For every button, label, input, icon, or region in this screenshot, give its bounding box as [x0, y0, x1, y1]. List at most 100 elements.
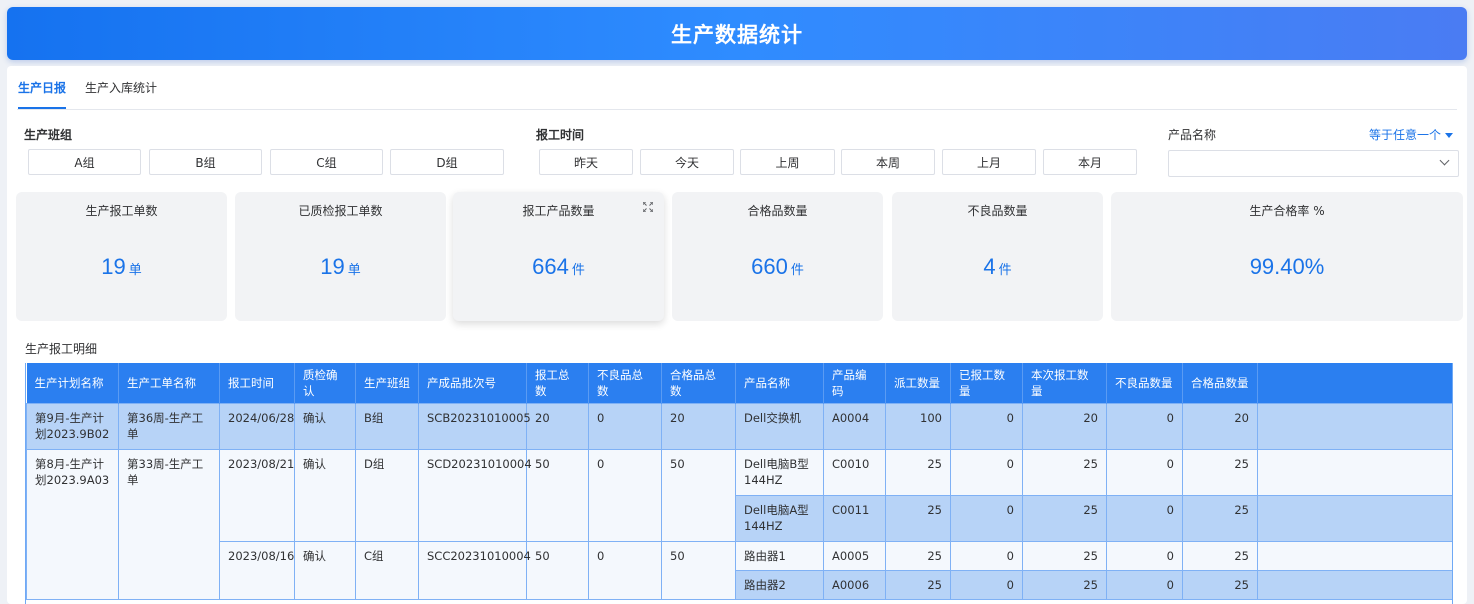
table-row[interactable]: 第8月-生产计划2023.9A03 第33周-生产工单 2023/08/21 确… — [26, 449, 1452, 600]
chevron-down-icon — [1439, 155, 1450, 166]
kpi-value: 4 — [983, 254, 996, 279]
cell-dispatch: 25 — [885, 449, 951, 496]
cell-good: 25 — [1182, 570, 1258, 600]
kpi-card-reported-quantity[interactable]: 报工产品数量 664 件 — [453, 192, 664, 321]
kpi-unit: 件 — [571, 263, 585, 278]
this-week-button[interactable]: 本周 — [841, 149, 935, 175]
product-filter-label: 产品名称 — [1168, 128, 1217, 142]
cell-product: Dell电脑A型144HZ — [735, 495, 824, 542]
cell-good-total: 50 — [661, 449, 736, 542]
cell-product: Dell电脑B型144HZ — [735, 449, 824, 496]
column-header[interactable]: 报工时间 — [219, 363, 295, 404]
kpi-unit: 单 — [128, 263, 142, 278]
today-button[interactable]: 今天 — [640, 149, 734, 175]
kpi-card-report-orders: 生产报工单数 19 单 — [16, 192, 227, 321]
team-a-button[interactable]: A组 — [28, 149, 141, 175]
kpi-value: 19 — [101, 254, 126, 279]
column-header[interactable]: 产品编码 — [823, 363, 886, 404]
yesterday-button[interactable]: 昨天 — [539, 149, 633, 175]
cell-time: 2023/08/16 — [219, 541, 295, 600]
kpi-title: 已质检报工单数 — [298, 204, 383, 218]
kpi-value: 660 — [751, 254, 788, 279]
column-header[interactable]: 报工总数 — [526, 363, 589, 404]
match-mode-dropdown[interactable]: 等于任意一个 — [1369, 126, 1454, 143]
cell-filler — [1257, 403, 1452, 450]
cell-team: D组 — [355, 449, 419, 542]
cell-good: 25 — [1182, 449, 1258, 496]
cell-bad-total: 0 — [588, 403, 662, 450]
cell-product: 路由器2 — [735, 570, 824, 600]
cell-batch: SCB20231010005 — [418, 403, 531, 450]
column-header[interactable]: 生产班组 — [355, 363, 419, 404]
cell-order: 第33周-生产工单 — [118, 449, 220, 600]
cell-qc: 确认 — [294, 541, 356, 600]
kpi-value-wrap: 99.40% — [1111, 254, 1463, 280]
last-month-button[interactable]: 上月 — [942, 149, 1036, 175]
column-header[interactable]: 派工数量 — [885, 363, 951, 404]
kpi-card-inspected-orders: 已质检报工单数 19 单 — [235, 192, 446, 321]
team-d-button[interactable]: D组 — [390, 149, 504, 175]
column-header[interactable]: 质检确认 — [294, 363, 356, 404]
cell-good-total: 20 — [661, 403, 736, 450]
cell-bad: 0 — [1106, 541, 1183, 571]
column-header[interactable]: 已报工数量 — [950, 363, 1023, 404]
cell-bad-total: 0 — [588, 541, 662, 600]
cell-batch: SCD20231010004 — [418, 449, 532, 542]
kpi-card-qualified-quantity: 合格品数量 660 件 — [672, 192, 883, 321]
column-header[interactable]: 不良品数量 — [1106, 363, 1183, 404]
cell-total: 20 — [526, 403, 589, 450]
cell-team: B组 — [355, 403, 419, 450]
cell-product: 路由器1 — [735, 541, 824, 571]
cell-code: C0010 — [823, 449, 886, 496]
cell-current: 25 — [1022, 449, 1107, 496]
cell-product: Dell交换机 — [735, 403, 824, 450]
cell-good: 25 — [1182, 495, 1258, 542]
cell-current: 20 — [1022, 403, 1107, 450]
column-header[interactable]: 生产计划名称 — [26, 363, 119, 404]
kpi-value: 19 — [320, 254, 345, 279]
cell-good-total: 50 — [661, 541, 736, 600]
table-row[interactable]: 第9月-生产计划2023.9B02 第36周-生产工单 2024/06/28 确… — [26, 403, 1452, 450]
product-select[interactable] — [1168, 150, 1459, 177]
this-month-button[interactable]: 本月 — [1043, 149, 1137, 175]
column-header[interactable]: 合格品总数 — [661, 363, 736, 404]
kpi-title: 生产报工单数 — [85, 204, 158, 218]
column-header[interactable]: 生产工单名称 — [118, 363, 220, 404]
team-c-button[interactable]: C组 — [270, 149, 383, 175]
team-filter-label: 生产班组 — [24, 128, 73, 142]
cell-dispatch: 100 — [885, 403, 951, 450]
column-header[interactable]: 产品名称 — [735, 363, 824, 404]
cell-bad: 0 — [1106, 403, 1183, 450]
cell-qc: 确认 — [294, 449, 356, 542]
detail-table[interactable]: 生产计划名称 生产工单名称 报工时间 质检确认 生产班组 产成品批次号 报工总数… — [25, 363, 1453, 604]
last-week-button[interactable]: 上周 — [740, 149, 835, 175]
kpi-value: 664 — [532, 254, 569, 279]
kpi-value-wrap: 19 单 — [16, 254, 227, 280]
cell-dispatch: 25 — [885, 495, 951, 542]
expand-icon[interactable] — [643, 202, 653, 212]
cell-team: C组 — [355, 541, 419, 600]
page-title: 生产数据统计 — [671, 22, 803, 47]
table-header-row: 生产计划名称 生产工单名称 报工时间 质检确认 生产班组 产成品批次号 报工总数… — [26, 363, 1452, 404]
cell-reported: 0 — [950, 403, 1023, 450]
tab-warehouse-stats[interactable]: 生产入库统计 — [85, 80, 157, 109]
cell-dispatch: 25 — [885, 570, 951, 600]
cell-plan: 第8月-生产计划2023.9A03 — [26, 449, 119, 600]
cell-bad-total: 0 — [588, 449, 662, 542]
column-header[interactable]: 合格品数量 — [1182, 363, 1258, 404]
column-header[interactable]: 产成品批次号 — [418, 363, 527, 404]
kpi-value: 99.40% — [1249, 254, 1325, 279]
cell-filler — [1257, 541, 1452, 571]
column-header[interactable]: 不良品总数 — [588, 363, 662, 404]
cell-order: 第36周-生产工单 — [118, 403, 220, 450]
team-b-button[interactable]: B组 — [149, 149, 262, 175]
cell-code: A0004 — [823, 403, 886, 450]
time-filter-label: 报工时间 — [536, 128, 585, 142]
column-header-filler — [1257, 363, 1452, 404]
tab-daily-report[interactable]: 生产日报 — [18, 80, 67, 109]
kpi-value-wrap: 19 单 — [235, 254, 446, 280]
table-row[interactable]: 2023/08/16 确认 C组 SCC20231010004 50 0 50 … — [27, 541, 1452, 600]
column-header[interactable]: 本次报工数量 — [1022, 363, 1107, 404]
cell-bad: 0 — [1106, 495, 1183, 542]
cell-total: 50 — [526, 541, 589, 600]
